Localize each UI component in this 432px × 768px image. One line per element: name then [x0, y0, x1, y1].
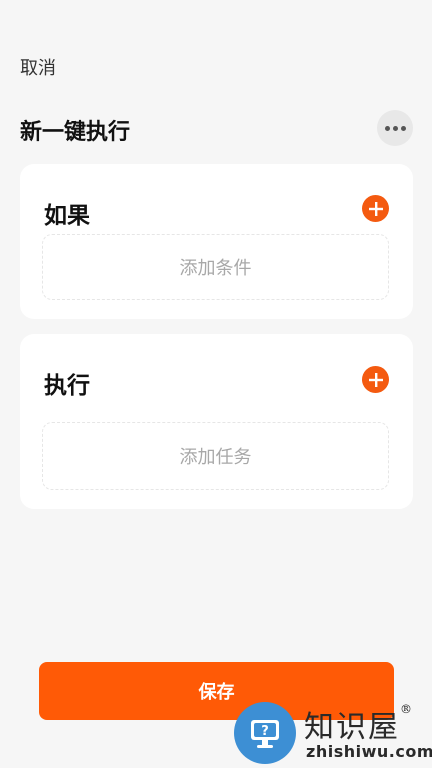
add-task-button[interactable] [362, 366, 389, 393]
add-condition-placeholder[interactable]: 添加条件 [42, 234, 389, 300]
add-task-placeholder[interactable]: 添加任务 [42, 422, 389, 490]
registered-mark: ® [400, 702, 414, 716]
more-dot [400, 125, 406, 131]
condition-card: 如果 添加条件 [20, 164, 413, 319]
watermark-name-text: 知识屋 [304, 710, 400, 745]
page-title: 新一键执行 [20, 120, 131, 145]
more-options-button[interactable] [377, 110, 413, 146]
action-title: 执行 [44, 373, 90, 399]
watermark: ? 知识屋® zhishiwu.com [232, 698, 432, 768]
watermark-name: 知识屋® [304, 702, 414, 746]
condition-title: 如果 [44, 203, 90, 229]
more-dot [392, 125, 398, 131]
more-horizontal-icon [384, 125, 390, 131]
cancel-button[interactable]: 取消 [20, 54, 56, 80]
plus-icon [368, 201, 383, 216]
action-card: 执行 添加任务 [20, 334, 413, 509]
plus-icon [368, 372, 383, 387]
watermark-logo-icon: ? [234, 702, 296, 764]
add-condition-button[interactable] [362, 195, 389, 222]
svg-text:?: ? [261, 724, 269, 739]
watermark-url: zhishiwu.com [306, 742, 432, 761]
